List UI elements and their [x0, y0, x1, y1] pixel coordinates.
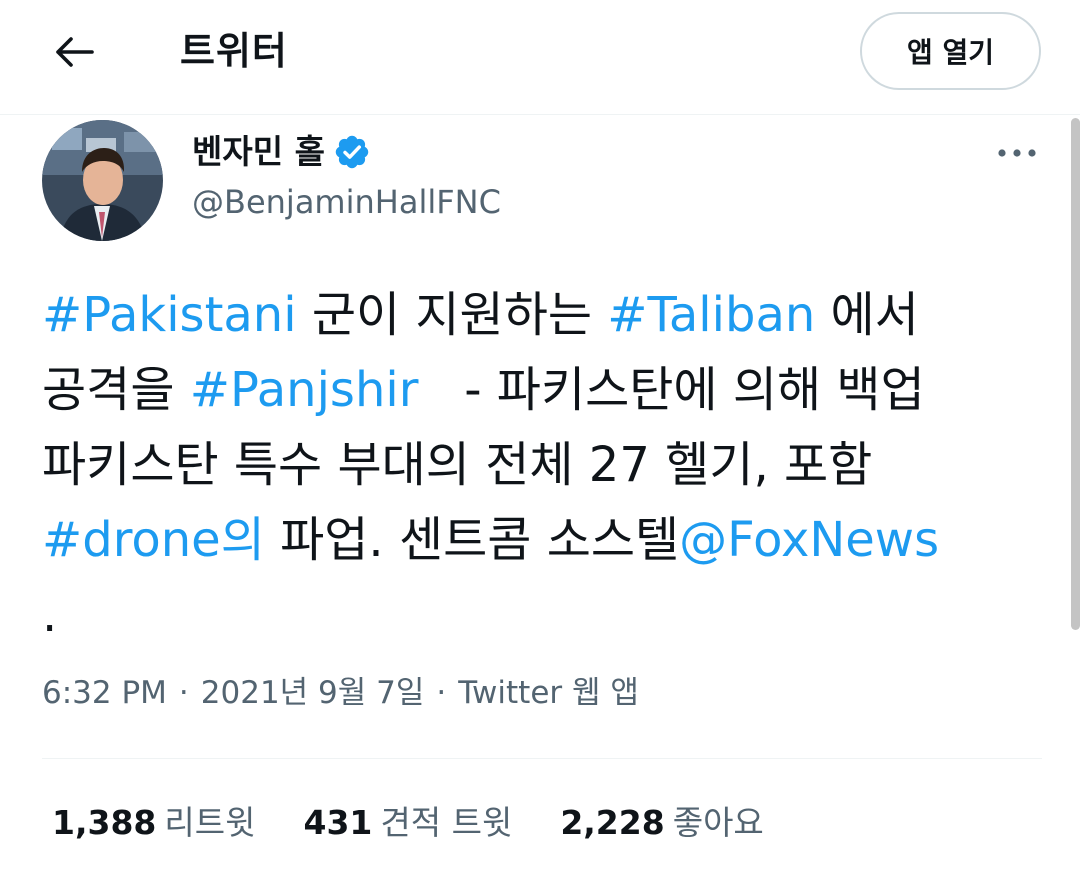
meta-separator: · [178, 675, 189, 711]
tweet-line: 파키스탄 특수 부대의 전체 27 헬기, 포함 [42, 428, 1052, 503]
tweet-text-segment: - 파키스탄에 의해 백업 [418, 362, 925, 418]
open-app-button[interactable]: 앱 열기 [860, 12, 1041, 90]
tweet-text: #Pakistani 군이 지원하는 #Taliban 에서 공격을 #Panjs… [42, 278, 1052, 653]
tweet-line: #Pakistani 군이 지원하는 #Taliban 에서 [42, 278, 1052, 353]
tweet-text-segment: . [42, 587, 58, 643]
verified-badge-icon [333, 133, 371, 171]
likes-stat[interactable]: 2,228 좋아요 [560, 798, 763, 848]
tweet-time[interactable]: 6:32 PM [42, 675, 167, 711]
retweets-stat[interactable]: 1,388 리트윗 [52, 798, 255, 848]
profile-photo [42, 120, 163, 241]
hashtag-link[interactable]: #Pakistani [42, 287, 297, 343]
tweet-text-segment: 파업. 센트콤 소스텔 [264, 512, 680, 568]
tweet-date[interactable]: 2021년 9월 7일 [201, 675, 425, 711]
retweets-label: 리트윗 [164, 803, 256, 842]
quotes-count: 431 [303, 803, 373, 842]
tweet-text-segment: 파키스탄 특수 부대의 전체 27 헬기, 포함 [42, 437, 873, 493]
author-display-name[interactable]: 벤자민 홀 [192, 130, 371, 174]
arrow-left-icon [56, 37, 94, 67]
meta-separator: · [436, 675, 447, 711]
tweet-text-segment: 에서 [815, 287, 919, 343]
scrollbar[interactable] [1071, 118, 1080, 630]
more-options-button[interactable] [994, 138, 1040, 168]
retweets-count: 1,388 [52, 803, 157, 842]
back-button[interactable] [44, 26, 104, 78]
tweet-source[interactable]: Twitter 웹 앱 [458, 675, 639, 711]
likes-label: 좋아요 [672, 803, 764, 842]
tweet-text-segment: 군이 지원하는 [296, 287, 608, 343]
hashtag-link[interactable]: #drone의 [42, 512, 265, 568]
top-bar: 트위터 앱 열기 [0, 0, 1080, 115]
avatar[interactable] [42, 120, 163, 241]
quotes-stat[interactable]: 431 견적 트윗 [303, 798, 512, 848]
mention-link[interactable]: @FoxNews [679, 512, 939, 568]
quotes-label: 견적 트윗 [380, 803, 513, 842]
tweet-meta: 6:32 PM · 2021년 9월 7일 · Twitter 웹 앱 [42, 668, 639, 718]
more-horizontal-icon [998, 149, 1036, 157]
hashtag-link[interactable]: #Panjshir [190, 362, 419, 418]
likes-count: 2,228 [560, 803, 665, 842]
tweet-text-segment: 공격을 [42, 362, 190, 418]
page-title: 트위터 [180, 29, 288, 73]
author-handle[interactable]: @BenjaminHallFNC [192, 180, 501, 224]
divider [42, 758, 1042, 759]
author-name-text: 벤자민 홀 [192, 132, 325, 171]
tweet-line: #drone의 파업. 센트콤 소스텔@FoxNews [42, 503, 1052, 578]
tweet-stats: 1,388 리트윗 431 견적 트윗 2,228 좋아요 [52, 798, 764, 848]
tweet-line: . [42, 578, 1052, 653]
hashtag-link[interactable]: #Taliban [607, 287, 815, 343]
tweet-line: 공격을 #Panjshir - 파키스탄에 의해 백업 [42, 353, 1052, 428]
